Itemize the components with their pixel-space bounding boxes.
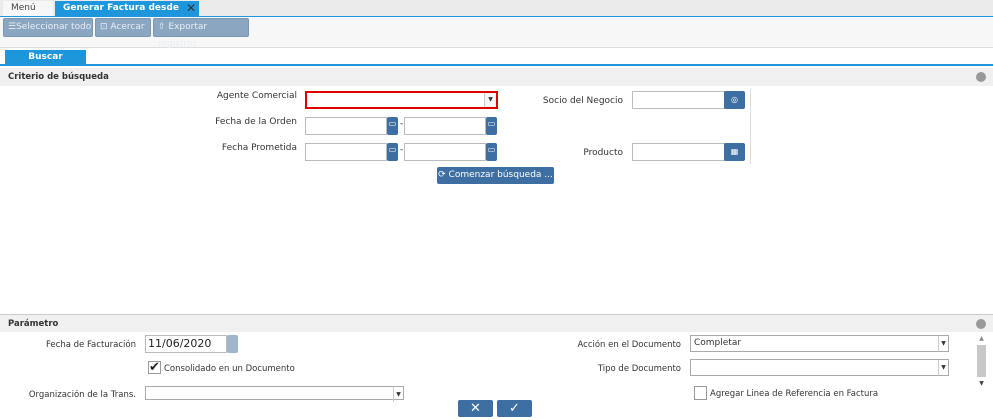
fecha-orden-from[interactable] bbox=[305, 117, 387, 135]
tipo-label: Tipo de Documento bbox=[597, 364, 681, 374]
agente-comercial-select[interactable]: ▼ bbox=[305, 91, 498, 109]
button-label: Acercar bbox=[110, 22, 145, 32]
product-icon[interactable]: ▦ bbox=[724, 143, 745, 161]
agregar-label: Agregar Linea de Referencia en Factura bbox=[710, 389, 879, 399]
consolidado-checkbox[interactable]: ✔ bbox=[148, 361, 161, 374]
chevron-down-icon[interactable]: ▼ bbox=[938, 336, 948, 351]
fecha-facturacion-input[interactable]: 11/06/2020 bbox=[145, 335, 227, 353]
button-label: Comenzar búsqueda ... bbox=[448, 170, 553, 180]
zoom-icon: ⊡ bbox=[100, 22, 108, 32]
fecha-facturacion-label: Fecha de Facturación bbox=[46, 340, 136, 350]
close-icon[interactable]: ✕ bbox=[186, 1, 196, 16]
socio-label: Socio del Negocio bbox=[542, 96, 623, 106]
params-header[interactable]: Parámetro bbox=[0, 314, 993, 332]
divider bbox=[750, 88, 751, 164]
refresh-icon: ⟳ bbox=[438, 170, 446, 180]
fecha-orden-to[interactable] bbox=[404, 117, 486, 135]
calendar-icon[interactable]: ▭ bbox=[387, 117, 398, 135]
section-title: Criterio de búsqueda bbox=[8, 72, 109, 82]
search-tab-bar bbox=[0, 48, 993, 66]
chevron-down-icon[interactable]: ▼ bbox=[484, 93, 496, 107]
chevron-down-icon[interactable]: ▼ bbox=[938, 360, 948, 375]
scroll-down-icon[interactable]: ▼ bbox=[975, 380, 988, 387]
agente-label: Agente Comercial bbox=[216, 91, 297, 101]
section-title: Parámetro bbox=[8, 319, 59, 329]
calendar-icon[interactable]: ▭ bbox=[486, 117, 497, 135]
agregar-checkbox[interactable] bbox=[694, 386, 707, 400]
tipo-documento-select[interactable]: ▼ bbox=[690, 359, 949, 376]
search-icon[interactable]: ◎ bbox=[724, 91, 745, 109]
range-dash: - bbox=[400, 145, 404, 155]
socio-negocio-input[interactable] bbox=[632, 91, 725, 109]
accion-select[interactable]: Completar ▼ bbox=[690, 335, 949, 352]
zoom-button[interactable]: ⊡ Acercar bbox=[95, 18, 151, 37]
tab-buscar-registros[interactable]: Buscar registros bbox=[5, 50, 86, 77]
button-label: Seleccionar todo bbox=[16, 22, 92, 32]
select-value: Completar bbox=[694, 338, 742, 348]
fecha-orden-label: Fecha de la Orden bbox=[215, 117, 297, 127]
producto-label: Producto bbox=[583, 148, 623, 158]
fecha-prometida-from[interactable] bbox=[305, 143, 387, 161]
export-button[interactable]: ⇧ Exportar registros bbox=[153, 18, 249, 49]
criteria-header[interactable]: Criterio de búsqueda bbox=[0, 68, 993, 86]
consolidado-label: Consolidado en un Documento bbox=[164, 364, 295, 374]
producto-input[interactable] bbox=[632, 143, 725, 161]
chevron-down-icon[interactable]: ▼ bbox=[393, 387, 403, 402]
organizacion-label: Organización de la Trans. bbox=[28, 390, 136, 400]
range-dash: - bbox=[400, 119, 404, 129]
scroll-thumb[interactable] bbox=[977, 345, 986, 377]
calendar-icon[interactable] bbox=[227, 335, 238, 353]
ok-button[interactable]: ✓ bbox=[497, 400, 532, 417]
search-button[interactable]: ⟳ Comenzar búsqueda ... bbox=[437, 167, 554, 184]
list-icon: ☰ bbox=[8, 22, 17, 32]
cancel-button[interactable]: ✕ bbox=[458, 400, 493, 417]
scrollbar[interactable]: ▲ ▼ bbox=[975, 335, 988, 398]
fecha-prometida-label: Fecha Prometida bbox=[221, 143, 297, 153]
accion-label: Acción en el Documento bbox=[577, 340, 681, 350]
tab-generar-factura[interactable]: Generar Factura desde Linea...✕ bbox=[55, 1, 199, 28]
collapse-icon[interactable] bbox=[976, 72, 986, 82]
collapse-icon[interactable] bbox=[976, 319, 986, 329]
calendar-icon[interactable]: ▭ bbox=[387, 143, 398, 161]
tab-menu[interactable]: Menú (9) bbox=[3, 1, 53, 28]
organizacion-select[interactable]: ▼ bbox=[145, 386, 404, 402]
calendar-icon[interactable]: ▭ bbox=[486, 143, 497, 161]
scroll-up-icon[interactable]: ▲ bbox=[975, 335, 988, 342]
fecha-prometida-to[interactable] bbox=[404, 143, 486, 161]
select-all-button[interactable]: ☰Seleccionar todo bbox=[3, 18, 93, 37]
export-icon: ⇧ bbox=[158, 22, 166, 32]
